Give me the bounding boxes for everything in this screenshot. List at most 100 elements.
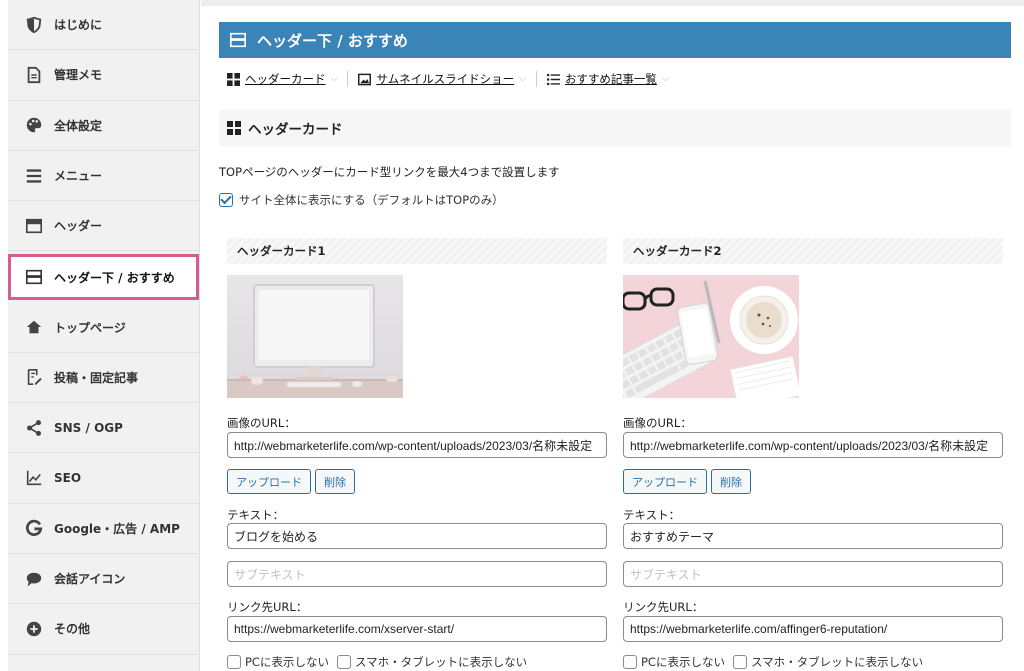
plus-circle-icon — [24, 619, 44, 639]
link-url-input[interactable]: https://webmarketerlife.com/xserver-star… — [227, 616, 607, 642]
chart-line-icon — [24, 468, 44, 488]
image-url-input[interactable]: http://webmarketerlife.com/wp-content/up… — [623, 432, 1003, 458]
sidebar-item-label: はじめに — [54, 18, 103, 33]
link-url-label: リンク先URL： — [623, 600, 704, 614]
header-below-icon — [24, 267, 44, 287]
sidebar-item-posts[interactable]: 投稿・固定記事 — [8, 353, 199, 404]
subnav-header-card[interactable]: ヘッダーカード ⌵ — [227, 71, 337, 87]
subnav-label: サムネイルスライドショー — [376, 72, 515, 86]
palette-icon — [24, 115, 44, 135]
image-icon — [358, 72, 372, 86]
sidebar-item-label: 管理メモ — [54, 68, 103, 83]
subnav-thumbnail-slideshow[interactable]: サムネイルスライドショー ⌵ — [358, 71, 526, 87]
card-heading: ヘッダーカード2 — [623, 238, 1003, 264]
header-card-2: ヘッダーカード2 画像のURL： http://webmarketerlife.… — [623, 238, 1003, 669]
page-title: ヘッダー下 / おすすめ — [219, 22, 1011, 58]
sidebar-item-general[interactable]: 全体設定 — [8, 101, 199, 151]
upload-button[interactable]: アップロード — [227, 469, 311, 494]
sidebar-item-intro[interactable]: はじめに — [8, 0, 199, 51]
sidebar-item-header-below[interactable]: ヘッダー下 / おすすめ — [8, 254, 199, 301]
sidebar-item-label: ヘッダー — [54, 219, 103, 234]
sidebar-item-label: SEO — [54, 471, 82, 486]
sidebar-item-sns[interactable]: SNS / OGP — [8, 403, 199, 454]
sidebar-item-label: 会話アイコン — [54, 572, 126, 587]
image-button-row: アップロード 削除 — [227, 469, 359, 494]
upload-button[interactable]: アップロード — [623, 469, 707, 494]
sidebar-item-talk[interactable]: 会話アイコン — [8, 554, 199, 605]
subtext-input[interactable]: サブテキスト — [623, 561, 1003, 587]
hide-pc-checkbox[interactable] — [623, 655, 637, 669]
edit-document-icon — [24, 367, 44, 387]
section-header-card: ヘッダーカード — [219, 110, 1011, 146]
header-below-icon — [229, 30, 249, 50]
hide-sp-label: スマホ・タブレットに表示しない — [750, 655, 924, 669]
divider — [535, 71, 537, 87]
sidebar-item-menu[interactable]: メニュー — [8, 151, 199, 202]
sidebar-item-toppage[interactable]: トップページ — [8, 302, 199, 353]
home-icon — [24, 317, 44, 337]
subnav: ヘッダーカード ⌵ サムネイルスライドショー ⌵ おすすめ記事一覧 ⌵ — [227, 68, 669, 90]
hide-pc-label: PCに表示しない — [245, 655, 329, 669]
sidebar-item-label: その他 — [54, 622, 91, 637]
sidebar: はじめに 管理メモ 全体設定 メニュー ヘッダー ヘッダー下 / おすすめ トッ… — [8, 0, 200, 671]
image-url-label: 画像のURL： — [623, 416, 692, 430]
subnav-label: おすすめ記事一覧 — [564, 72, 657, 86]
grid-icon — [227, 72, 241, 86]
card-heading: ヘッダーカード1 — [227, 238, 607, 264]
text-label: テキスト： — [623, 508, 681, 522]
share-icon — [24, 418, 44, 438]
subnav-recommended-list[interactable]: おすすめ記事一覧 ⌵ — [546, 71, 669, 87]
image-url-label: 画像のURL： — [227, 416, 296, 430]
sidebar-item-label: 投稿・固定記事 — [54, 370, 139, 385]
section-description: TOPページのヘッダーにカード型リンクを最大4つまで設置します — [219, 165, 560, 179]
text-input[interactable]: おすすめテーマ — [623, 523, 1003, 549]
chevron-down-icon: ⌵ — [661, 74, 669, 84]
google-icon — [24, 518, 44, 538]
visibility-options: PCに表示しない スマホ・タブレットに表示しない — [623, 654, 923, 670]
header-layout-icon — [24, 216, 44, 236]
visibility-options: PCに表示しない スマホ・タブレットに表示しない — [227, 654, 527, 670]
sidebar-item-label: Google・広告 / AMP — [54, 521, 180, 536]
hide-sp-checkbox[interactable] — [336, 655, 351, 669]
image-button-row: アップロード 削除 — [623, 469, 755, 494]
show-all-checkbox[interactable] — [219, 193, 233, 207]
header-card-1: ヘッダーカード1 画像のURL： http://webmarketerlife.… — [227, 238, 607, 669]
menu-icon — [24, 166, 44, 186]
hide-pc-label: PCに表示しない — [641, 655, 725, 669]
sidebar-item-label: ヘッダー下 / おすすめ — [54, 270, 175, 285]
document-icon — [24, 65, 44, 85]
shield-icon — [24, 15, 44, 35]
sidebar-item-other[interactable]: その他 — [8, 604, 199, 655]
sidebar-item-label: メニュー — [54, 169, 103, 184]
hide-pc-checkbox[interactable] — [227, 655, 241, 669]
text-input[interactable]: ブログを始める — [227, 523, 607, 549]
sidebar-item-label: トップページ — [54, 320, 126, 335]
speech-bubble-icon — [24, 569, 44, 589]
section-title: ヘッダーカード — [248, 122, 343, 138]
sidebar-item-label: SNS / OGP — [54, 420, 123, 435]
main-content: ヘッダー下 / おすすめ ヘッダーカード ⌵ サムネイルスライドショー ⌵ おす… — [201, 0, 1024, 671]
list-icon — [546, 72, 561, 86]
card-image-preview — [227, 275, 403, 398]
sidebar-item-header[interactable]: ヘッダー — [8, 201, 199, 252]
text-label: テキスト： — [227, 508, 285, 522]
sidebar-item-seo[interactable]: SEO — [8, 453, 199, 504]
hide-sp-label: スマホ・タブレットに表示しない — [354, 655, 528, 669]
hide-sp-checkbox[interactable] — [732, 655, 747, 669]
sidebar-item-google[interactable]: Google・広告 / AMP — [8, 504, 199, 554]
chevron-down-icon: ⌵ — [330, 74, 338, 84]
link-url-input[interactable]: https://webmarketerlife.com/affinger6-re… — [623, 616, 1003, 642]
subtext-input[interactable]: サブテキスト — [227, 561, 607, 587]
link-url-label: リンク先URL： — [227, 600, 308, 614]
sidebar-item-label: 全体設定 — [54, 118, 103, 133]
divider — [347, 71, 349, 87]
delete-button[interactable]: 削除 — [315, 469, 355, 494]
delete-button[interactable]: 削除 — [711, 469, 751, 494]
image-url-input[interactable]: http://webmarketerlife.com/wp-content/up… — [227, 432, 607, 458]
show-all-label: サイト全体に表示にする（デフォルトはTOPのみ） — [239, 193, 504, 207]
sidebar-item-memo[interactable]: 管理メモ — [8, 50, 199, 101]
card-image-preview — [623, 275, 799, 398]
chevron-down-icon: ⌵ — [519, 74, 526, 84]
show-all-toggle[interactable]: サイト全体に表示にする（デフォルトはTOPのみ） — [219, 192, 504, 208]
page-title-text: ヘッダー下 / おすすめ — [257, 31, 408, 50]
